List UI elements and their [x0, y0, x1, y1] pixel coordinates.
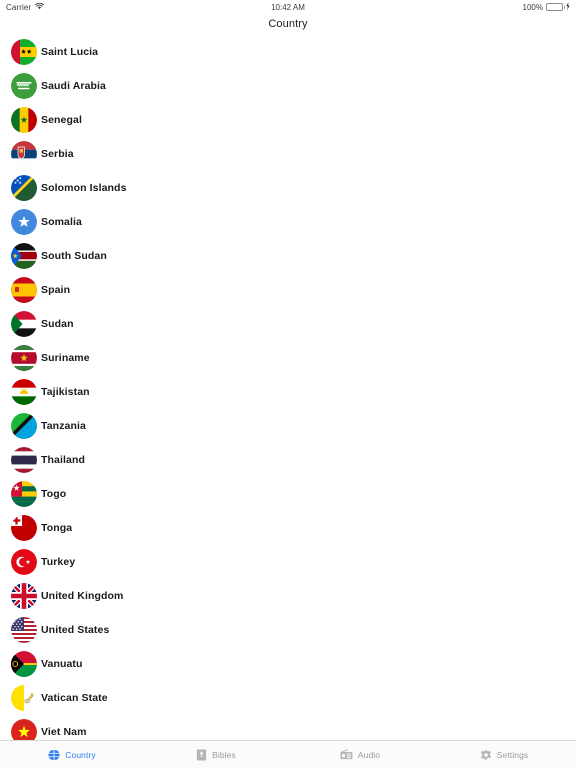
list-item-label: Tajikistan: [41, 386, 90, 398]
list-item[interactable]: Turkey: [0, 545, 576, 579]
country-list[interactable]: Saint Lucia Saudi Arabia Senegal Serbia Solo…: [0, 34, 576, 740]
flag-turkey-icon: [11, 549, 37, 575]
list-item[interactable]: Solomon Islands: [0, 171, 576, 205]
list-item-label: Turkey: [41, 556, 76, 568]
list-item-label: United Kingdom: [41, 590, 124, 602]
tab-label: Audio: [357, 749, 381, 760]
list-item[interactable]: Tajikistan: [0, 375, 576, 409]
flag-united-states-icon: [11, 617, 37, 643]
tab-label: Country: [65, 749, 96, 760]
status-bar-right: 100%: [523, 2, 570, 12]
bolt-icon: [566, 2, 570, 12]
list-item-label: Viet Nam: [41, 726, 87, 738]
app-screen: Carrier 10:42 AM 100% Country Saint Luci…: [0, 0, 576, 768]
list-item[interactable]: Saint Lucia: [0, 35, 576, 69]
list-item[interactable]: Togo: [0, 477, 576, 511]
flag-tonga-icon: [11, 515, 37, 541]
list-item[interactable]: Thailand: [0, 443, 576, 477]
list-item-label: Serbia: [41, 148, 74, 160]
list-item-label: Togo: [41, 488, 67, 500]
radio-icon: [340, 749, 353, 760]
list-item-label: Saudi Arabia: [41, 80, 106, 92]
flag-spain-icon: [11, 277, 37, 303]
list-item-label: Sudan: [41, 318, 74, 330]
gear-icon: [480, 749, 492, 761]
status-bar-clock: 10:42 AM: [271, 2, 305, 12]
flag-saint-lucia-icon: [11, 39, 37, 65]
list-item[interactable]: Vatican State: [0, 681, 576, 715]
list-item-label: Solomon Islands: [41, 182, 127, 194]
flag-viet-nam-icon: [11, 719, 37, 740]
flag-tanzania-icon: [11, 413, 37, 439]
battery-percent-label: 100%: [522, 2, 543, 12]
battery-icon: [546, 3, 565, 11]
list-item-label: Spain: [41, 284, 71, 296]
globe-icon: [48, 748, 61, 761]
tab-label: Settings: [496, 749, 529, 760]
flag-togo-icon: [11, 481, 37, 507]
list-item-label: Somalia: [41, 216, 82, 228]
list-item[interactable]: Saudi Arabia: [0, 69, 576, 103]
list-item[interactable]: Somalia: [0, 205, 576, 239]
flag-thailand-icon: [11, 447, 37, 473]
flag-saudi-arabia-icon: [11, 73, 37, 99]
list-item[interactable]: Serbia: [0, 137, 576, 171]
list-item-label: Senegal: [41, 114, 82, 126]
list-item[interactable]: Viet Nam: [0, 715, 576, 740]
list-item[interactable]: Spain: [0, 273, 576, 307]
list-item-label: Vatican State: [41, 692, 108, 704]
list-item[interactable]: Senegal: [0, 103, 576, 137]
tab-label: Bibles: [212, 749, 236, 760]
wifi-icon: [35, 2, 45, 12]
flag-serbia-icon: [11, 141, 37, 167]
list-item[interactable]: Tanzania: [0, 409, 576, 443]
list-item-label: South Sudan: [41, 250, 107, 262]
status-bar: Carrier 10:42 AM 100%: [0, 0, 576, 14]
list-item[interactable]: Sudan: [0, 307, 576, 341]
list-item[interactable]: Suriname: [0, 341, 576, 375]
list-item-label: Tanzania: [41, 420, 86, 432]
flag-somalia-icon: [11, 209, 37, 235]
list-item-label: Suriname: [41, 352, 90, 364]
flag-solomon-islands-icon: [11, 175, 37, 201]
flag-vatican-state-icon: [11, 685, 37, 711]
tab-settings[interactable]: Settings: [432, 741, 576, 768]
list-item[interactable]: United Kingdom: [0, 579, 576, 613]
flag-sudan-icon: [11, 311, 37, 337]
flag-vanuatu-icon: [11, 651, 37, 677]
tab-country[interactable]: Country: [0, 741, 144, 768]
carrier-label: Carrier: [6, 2, 32, 12]
flag-senegal-icon: [11, 107, 37, 133]
list-item-label: Thailand: [41, 454, 85, 466]
flag-united-kingdom-icon: [11, 583, 37, 609]
tab-bar[interactable]: Country Bibles Audio Settings: [0, 740, 576, 768]
flag-south-sudan-icon: [11, 243, 37, 269]
list-item[interactable]: Tonga: [0, 511, 576, 545]
list-item[interactable]: South Sudan: [0, 239, 576, 273]
page-title: Country: [268, 18, 308, 30]
book-icon: [196, 749, 207, 761]
list-item-label: Saint Lucia: [41, 46, 99, 58]
status-bar-left: Carrier: [6, 2, 45, 12]
list-item[interactable]: Vanuatu: [0, 647, 576, 681]
list-item-label: Vanuatu: [41, 658, 83, 670]
list-item-label: United States: [41, 624, 110, 636]
list-item[interactable]: United States: [0, 613, 576, 647]
tab-audio[interactable]: Audio: [288, 741, 432, 768]
tab-bibles[interactable]: Bibles: [144, 741, 288, 768]
flag-suriname-icon: [11, 345, 37, 371]
flag-tajikistan-icon: [11, 379, 37, 405]
list-item-label: Tonga: [41, 522, 73, 534]
navigation-bar: Country: [0, 14, 576, 34]
